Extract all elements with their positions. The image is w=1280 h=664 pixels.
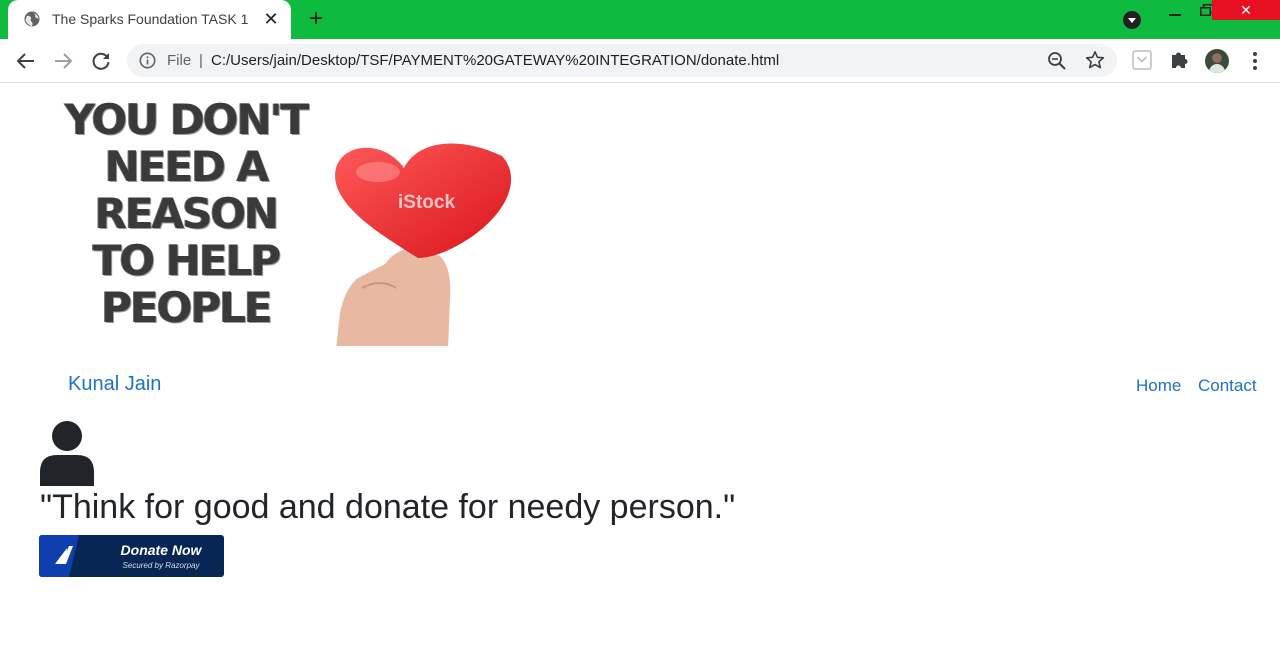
forward-arrow-icon[interactable]	[51, 49, 75, 73]
browser-toolbar: File | C:/Users/jain/Desktop/TSF/PAYMENT…	[0, 39, 1280, 83]
info-icon[interactable]	[139, 52, 156, 69]
tab-search-icon[interactable]	[1123, 11, 1141, 29]
stock-watermark: iStock	[398, 192, 456, 213]
banner-line: PEOPLE	[101, 283, 272, 332]
razorpay-logo-icon	[39, 535, 79, 577]
url-scheme-label: File	[167, 52, 192, 69]
nav-link-home[interactable]: Home	[1136, 376, 1181, 396]
profile-avatar[interactable]	[1205, 49, 1229, 73]
reload-icon[interactable]	[89, 49, 113, 73]
donate-now-button[interactable]: Donate Now Secured by Razorpay	[39, 535, 224, 577]
donation-quote: "Think for good and donate for needy per…	[40, 488, 736, 526]
banner-line: TO HELP	[92, 236, 281, 285]
navbar-brand-link[interactable]: Kunal Jain	[68, 373, 161, 396]
extensions-puzzle-icon[interactable]	[1168, 49, 1190, 71]
banner-line: NEED A	[104, 142, 270, 191]
donate-button-sublabel: Secured by Razorpay	[122, 561, 200, 570]
minimize-button[interactable]	[1167, 2, 1183, 18]
back-arrow-icon[interactable]	[14, 49, 38, 73]
zoom-icon[interactable]	[1047, 51, 1067, 71]
globe-icon	[24, 11, 40, 27]
url-text[interactable]: C:/Users/jain/Desktop/TSF/PAYMENT%20GATE…	[211, 52, 779, 69]
window-close-button[interactable]: ✕	[1212, 0, 1280, 20]
heart-in-hand-image	[335, 143, 512, 346]
browser-tab[interactable]: The Sparks Foundation TASK 1 ✕	[8, 0, 291, 39]
banner-slogan: YOU DON'T NEED A REASON TO HELP PEOPLE	[56, 96, 316, 331]
banner-line: REASON	[94, 189, 280, 238]
donate-button-label: Donate Now	[120, 542, 202, 558]
tab-close-icon[interactable]: ✕	[262, 10, 280, 28]
pocket-extension-icon[interactable]	[1131, 49, 1153, 71]
banner-image: YOU DON'T NEED A REASON TO HELP PEOPLE i…	[0, 88, 528, 346]
new-tab-button[interactable]: +	[304, 7, 328, 32]
user-icon	[40, 421, 94, 486]
browser-title-bar: The Sparks Foundation TASK 1 ✕ + ✕	[0, 0, 1280, 39]
menu-dots-icon[interactable]	[1245, 49, 1265, 73]
page-content: YOU DON'T NEED A REASON TO HELP PEOPLE i…	[0, 84, 1280, 664]
bookmark-star-icon[interactable]	[1085, 50, 1105, 70]
url-separator: |	[199, 52, 203, 69]
nav-link-contact[interactable]: Contact	[1198, 376, 1257, 396]
address-bar[interactable]: File | C:/Users/jain/Desktop/TSF/PAYMENT…	[127, 44, 1117, 77]
tab-title: The Sparks Foundation TASK 1	[52, 11, 249, 27]
banner-line: YOU DON'T	[64, 95, 310, 144]
